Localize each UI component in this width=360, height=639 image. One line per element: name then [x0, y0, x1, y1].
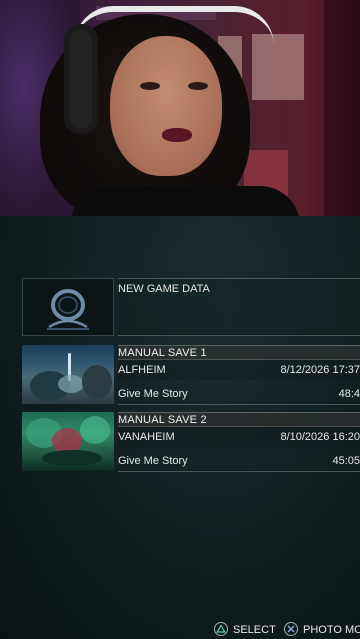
- headset-earcup-icon: [64, 24, 98, 134]
- save-header: MANUAL SAVE 1: [118, 345, 360, 360]
- save-datetime: 8/12/2026 17:37: [280, 364, 360, 376]
- save-slot[interactable]: MANUAL SAVE 2 VANAHEIM 8/10/2026 16:20 G…: [22, 412, 360, 472]
- streamer-face: [110, 36, 222, 176]
- new-game-info: NEW GAME DATA: [118, 278, 360, 336]
- new-game-slot[interactable]: NEW GAME DATA: [22, 278, 360, 336]
- save-info: MANUAL SAVE 1 ALFHEIM 8/12/2026 17:37 Gi…: [118, 345, 360, 405]
- webcam-feed: [0, 0, 360, 216]
- difficulty: Give Me Story: [118, 455, 188, 467]
- select-prompt[interactable]: SELECT: [214, 622, 276, 638]
- save-info: MANUAL SAVE 2 VANAHEIM 8/10/2026 16:20 G…: [118, 412, 360, 472]
- button-prompts: SELECT PHOTO MO: [0, 618, 360, 639]
- save-difficulty-row: Give Me Story 48:4: [118, 384, 360, 404]
- new-game-thumbnail: [22, 278, 114, 336]
- save-datetime: 8/10/2026 16:20: [280, 431, 360, 443]
- difficulty: Give Me Story: [118, 388, 188, 400]
- photo-mode-label: PHOTO MO: [303, 624, 360, 636]
- save-realm-row: ALFHEIM 8/12/2026 17:37: [118, 360, 360, 380]
- shelf: [324, 0, 360, 216]
- playtime: 48:4: [338, 388, 360, 400]
- serpent-logo-icon: [47, 289, 89, 330]
- eye: [188, 82, 208, 90]
- save-thumbnail-vanaheim: [22, 412, 114, 471]
- photo-mode-prompt[interactable]: PHOTO MO: [284, 622, 360, 638]
- save-thumbnail-alfheim: [22, 345, 114, 404]
- save-slot[interactable]: MANUAL SAVE 1 ALFHEIM 8/12/2026 17:37 Gi…: [22, 345, 360, 411]
- save-realm-row: VANAHEIM 8/10/2026 16:20: [118, 427, 360, 447]
- save-header: MANUAL SAVE 2: [118, 412, 360, 427]
- select-label: SELECT: [233, 624, 276, 636]
- eye: [140, 82, 160, 90]
- realm-name: VANAHEIM: [118, 431, 175, 443]
- realm-name: ALFHEIM: [118, 364, 166, 376]
- mouth: [162, 128, 192, 142]
- save-menu: NEW GAME DATA MANUAL SAVE 1 ALFHEIM 8/12…: [0, 216, 360, 639]
- playtime: 45:05: [332, 455, 360, 467]
- save-difficulty-row: Give Me Story 45:05: [118, 451, 360, 471]
- triangle-button-icon: [214, 622, 228, 636]
- cross-button-icon: [284, 622, 298, 636]
- new-game-label: NEW GAME DATA: [118, 283, 210, 295]
- streamer-shirt: [70, 186, 300, 216]
